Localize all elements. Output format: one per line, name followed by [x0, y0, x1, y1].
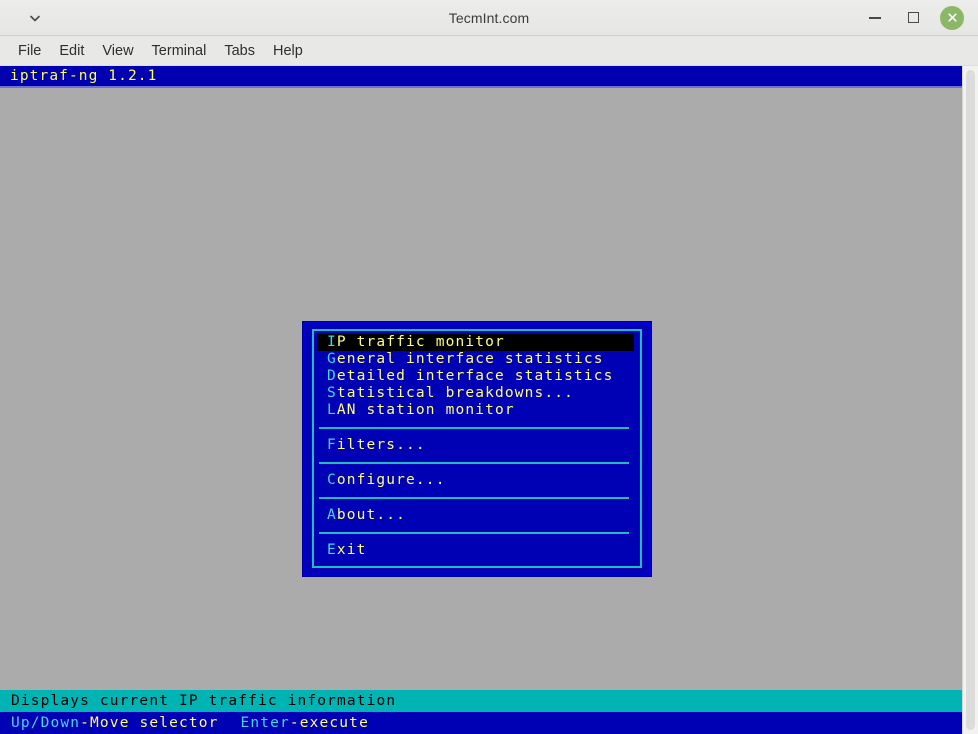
menu-separator [319, 497, 629, 499]
menubar-item-view[interactable]: View [93, 41, 142, 61]
close-icon [946, 11, 959, 24]
menubar-item-tabs[interactable]: Tabs [215, 41, 264, 61]
menu-item-about[interactable]: About... [316, 507, 638, 524]
main-menu-dialog: IP traffic monitor General interface sta… [303, 322, 651, 576]
menu-item-statistical-breakdowns[interactable]: Statistical breakdowns... [316, 385, 638, 402]
terminal-screen[interactable]: iptraf-ng 1.2.1 IP traffic monitor Gener… [0, 66, 962, 734]
titlebar-left-group [0, 0, 70, 35]
minimize-icon [869, 17, 881, 19]
menu-item-label: AN station monitor [337, 402, 515, 418]
menubar-item-edit[interactable]: Edit [50, 41, 93, 61]
menu-item-label: tatistical breakdowns... [337, 385, 574, 401]
keybinding-action-execute: -execute [290, 715, 369, 731]
terminal-scrollbar[interactable] [962, 66, 978, 734]
menu-hotkey: C [327, 472, 337, 488]
menu-hotkey: L [327, 402, 337, 418]
keybinding-action-move: -Move selector [80, 715, 218, 731]
menu-hotkey: E [327, 542, 337, 558]
main-menu-dialog-inner: IP traffic monitor General interface sta… [312, 329, 642, 568]
menu-item-lan-station-monitor[interactable]: LAN station monitor [316, 402, 638, 419]
window-titlebar: TecmInt.com [0, 0, 978, 36]
menu-item-label: ilters... [337, 437, 426, 453]
menu-item-exit[interactable]: Exit [316, 542, 638, 559]
menu-item-label: P traffic monitor [337, 334, 505, 350]
menu-hotkey: S [327, 385, 337, 401]
menu-item-label: eneral interface statistics [337, 351, 604, 367]
menu-hotkey: A [327, 507, 337, 523]
status-keybinding-bar: Up/Down-Move selector Enter-execute [0, 712, 962, 734]
menu-hotkey: D [327, 368, 337, 384]
terminal-window: TecmInt.com File Edit View Terminal Tabs… [0, 0, 978, 734]
menu-item-detailed-interface-statistics[interactable]: Detailed interface statistics [316, 368, 638, 385]
application-menubar: File Edit View Terminal Tabs Help [0, 36, 978, 66]
close-button[interactable] [940, 6, 964, 30]
menu-separator [319, 462, 629, 464]
menu-hotkey: F [327, 437, 337, 453]
menu-item-label: xit [337, 542, 367, 558]
menu-item-label: onfigure... [337, 472, 446, 488]
maximize-icon [908, 12, 919, 23]
iptraf-version-header: iptraf-ng 1.2.1 [0, 66, 962, 86]
menubar-item-terminal[interactable]: Terminal [143, 41, 216, 61]
menubar-item-help[interactable]: Help [264, 41, 312, 61]
menu-hotkey: G [327, 351, 337, 367]
menu-item-general-interface-statistics[interactable]: General interface statistics [316, 351, 638, 368]
menu-separator [319, 532, 629, 534]
minimize-button[interactable] [864, 7, 886, 29]
chevron-down-icon[interactable] [24, 7, 46, 29]
menu-item-ip-traffic-monitor[interactable]: IP traffic monitor [317, 334, 634, 351]
window-controls [864, 6, 978, 30]
maximize-button[interactable] [902, 7, 924, 29]
menu-item-label: etailed interface statistics [337, 368, 614, 384]
keybinding-key-enter: Enter [241, 715, 290, 731]
menu-item-filters[interactable]: Filters... [316, 437, 638, 454]
menu-item-configure[interactable]: Configure... [316, 472, 638, 489]
window-title: TecmInt.com [0, 10, 978, 26]
menu-separator [319, 427, 629, 429]
menu-item-label: bout... [337, 507, 406, 523]
scrollbar-thumb[interactable] [966, 70, 975, 730]
menu-hotkey: I [327, 334, 337, 350]
menubar-item-file[interactable]: File [9, 41, 50, 61]
keybinding-key-updown: Up/Down [11, 715, 80, 731]
status-description-bar: Displays current IP traffic information [0, 690, 962, 712]
terminal-area: iptraf-ng 1.2.1 IP traffic monitor Gener… [0, 66, 978, 734]
main-menu-list: IP traffic monitor General interface sta… [316, 334, 638, 564]
